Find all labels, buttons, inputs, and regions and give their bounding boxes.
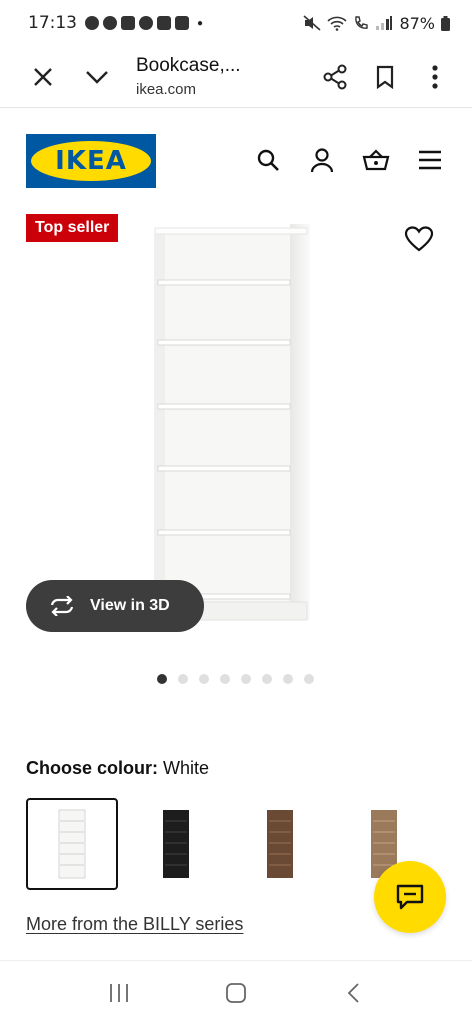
carousel-dot[interactable] — [283, 674, 293, 684]
choose-colour-label: Choose colour: — [26, 758, 159, 778]
notification-icon — [103, 16, 117, 30]
page-title: Bookcase,... — [136, 55, 241, 76]
notification-icon — [157, 16, 171, 30]
account-button[interactable] — [306, 144, 338, 176]
bookmark-button[interactable] — [360, 52, 410, 102]
favourite-button[interactable] — [404, 225, 434, 253]
wifi-icon — [327, 16, 347, 31]
bookcase-thumb-white — [58, 809, 86, 879]
basket-button[interactable] — [360, 144, 392, 176]
chat-button[interactable] — [374, 861, 446, 933]
more-notifications-icon: ● — [197, 17, 204, 29]
account-icon — [310, 148, 334, 173]
notification-icon — [139, 16, 153, 30]
colour-selector-heading: Choose colour: White — [26, 758, 209, 779]
selected-colour: White — [163, 758, 210, 778]
site-header: IKEA — [0, 126, 472, 196]
back-button[interactable] — [333, 973, 373, 1013]
bookmark-icon — [376, 65, 394, 89]
view-in-3d-label: View in 3D — [90, 597, 170, 614]
page-info[interactable]: Bookcase,... ikea.com — [136, 55, 241, 98]
swatch-white[interactable] — [26, 798, 118, 890]
logo-text: IKEA — [55, 146, 127, 176]
notification-icon — [121, 16, 135, 30]
share-button[interactable] — [310, 52, 360, 102]
swatch-brown[interactable] — [234, 798, 326, 890]
page-url: ikea.com — [136, 81, 197, 98]
system-nav-bar — [0, 960, 472, 1024]
menu-icon — [419, 150, 441, 170]
more-options-button[interactable] — [410, 52, 460, 102]
bookcase-thumb-black — [163, 810, 189, 878]
carousel-dot[interactable] — [220, 674, 230, 684]
recent-apps-icon — [109, 983, 128, 1002]
carousel-dot[interactable] — [157, 674, 167, 684]
heart-icon — [404, 226, 434, 252]
colour-swatches — [26, 798, 430, 890]
carousel-dot[interactable] — [241, 674, 251, 684]
notification-icon — [175, 16, 189, 30]
close-tab-button[interactable] — [18, 52, 68, 102]
basket-icon — [362, 149, 390, 171]
share-icon — [323, 64, 347, 89]
carousel-dot[interactable] — [178, 674, 188, 684]
home-icon — [226, 982, 246, 1003]
recent-apps-button[interactable] — [99, 973, 139, 1013]
search-button[interactable] — [252, 144, 284, 176]
close-icon — [34, 67, 52, 86]
mute-icon — [303, 15, 321, 31]
carousel-dot[interactable] — [199, 674, 209, 684]
swatch-black[interactable] — [130, 798, 222, 890]
product-image[interactable] — [150, 222, 315, 624]
image-carousel-dots — [157, 674, 314, 684]
browser-toolbar: Bookcase,... ikea.com — [0, 46, 472, 108]
minimize-button[interactable] — [72, 52, 122, 102]
menu-button[interactable] — [414, 144, 446, 176]
more-from-series-link[interactable]: More from the BILLY series — [26, 914, 243, 935]
home-button[interactable] — [216, 973, 256, 1013]
notification-icon — [85, 16, 99, 30]
search-icon — [257, 149, 279, 171]
rotate-3d-icon — [50, 596, 74, 616]
view-in-3d-button[interactable]: View in 3D — [26, 580, 204, 632]
ikea-logo[interactable]: IKEA — [26, 134, 156, 188]
signal-icon — [376, 16, 393, 30]
bookcase-thumb-brown — [267, 810, 293, 878]
back-icon — [348, 982, 359, 1003]
bookcase-image — [154, 224, 310, 621]
carousel-dot[interactable] — [304, 674, 314, 684]
more-vertical-icon — [432, 64, 438, 89]
chevron-down-icon — [86, 70, 108, 84]
chat-icon — [396, 884, 424, 910]
status-time: 17:13 — [28, 13, 77, 33]
battery-level: 87% — [399, 13, 435, 33]
status-bar: 17:13 ● 87% — [0, 0, 472, 46]
top-seller-badge: Top seller — [26, 214, 119, 242]
call-icon — [355, 16, 369, 29]
battery-icon — [441, 15, 450, 31]
notification-icons — [85, 16, 189, 30]
carousel-dot[interactable] — [262, 674, 272, 684]
